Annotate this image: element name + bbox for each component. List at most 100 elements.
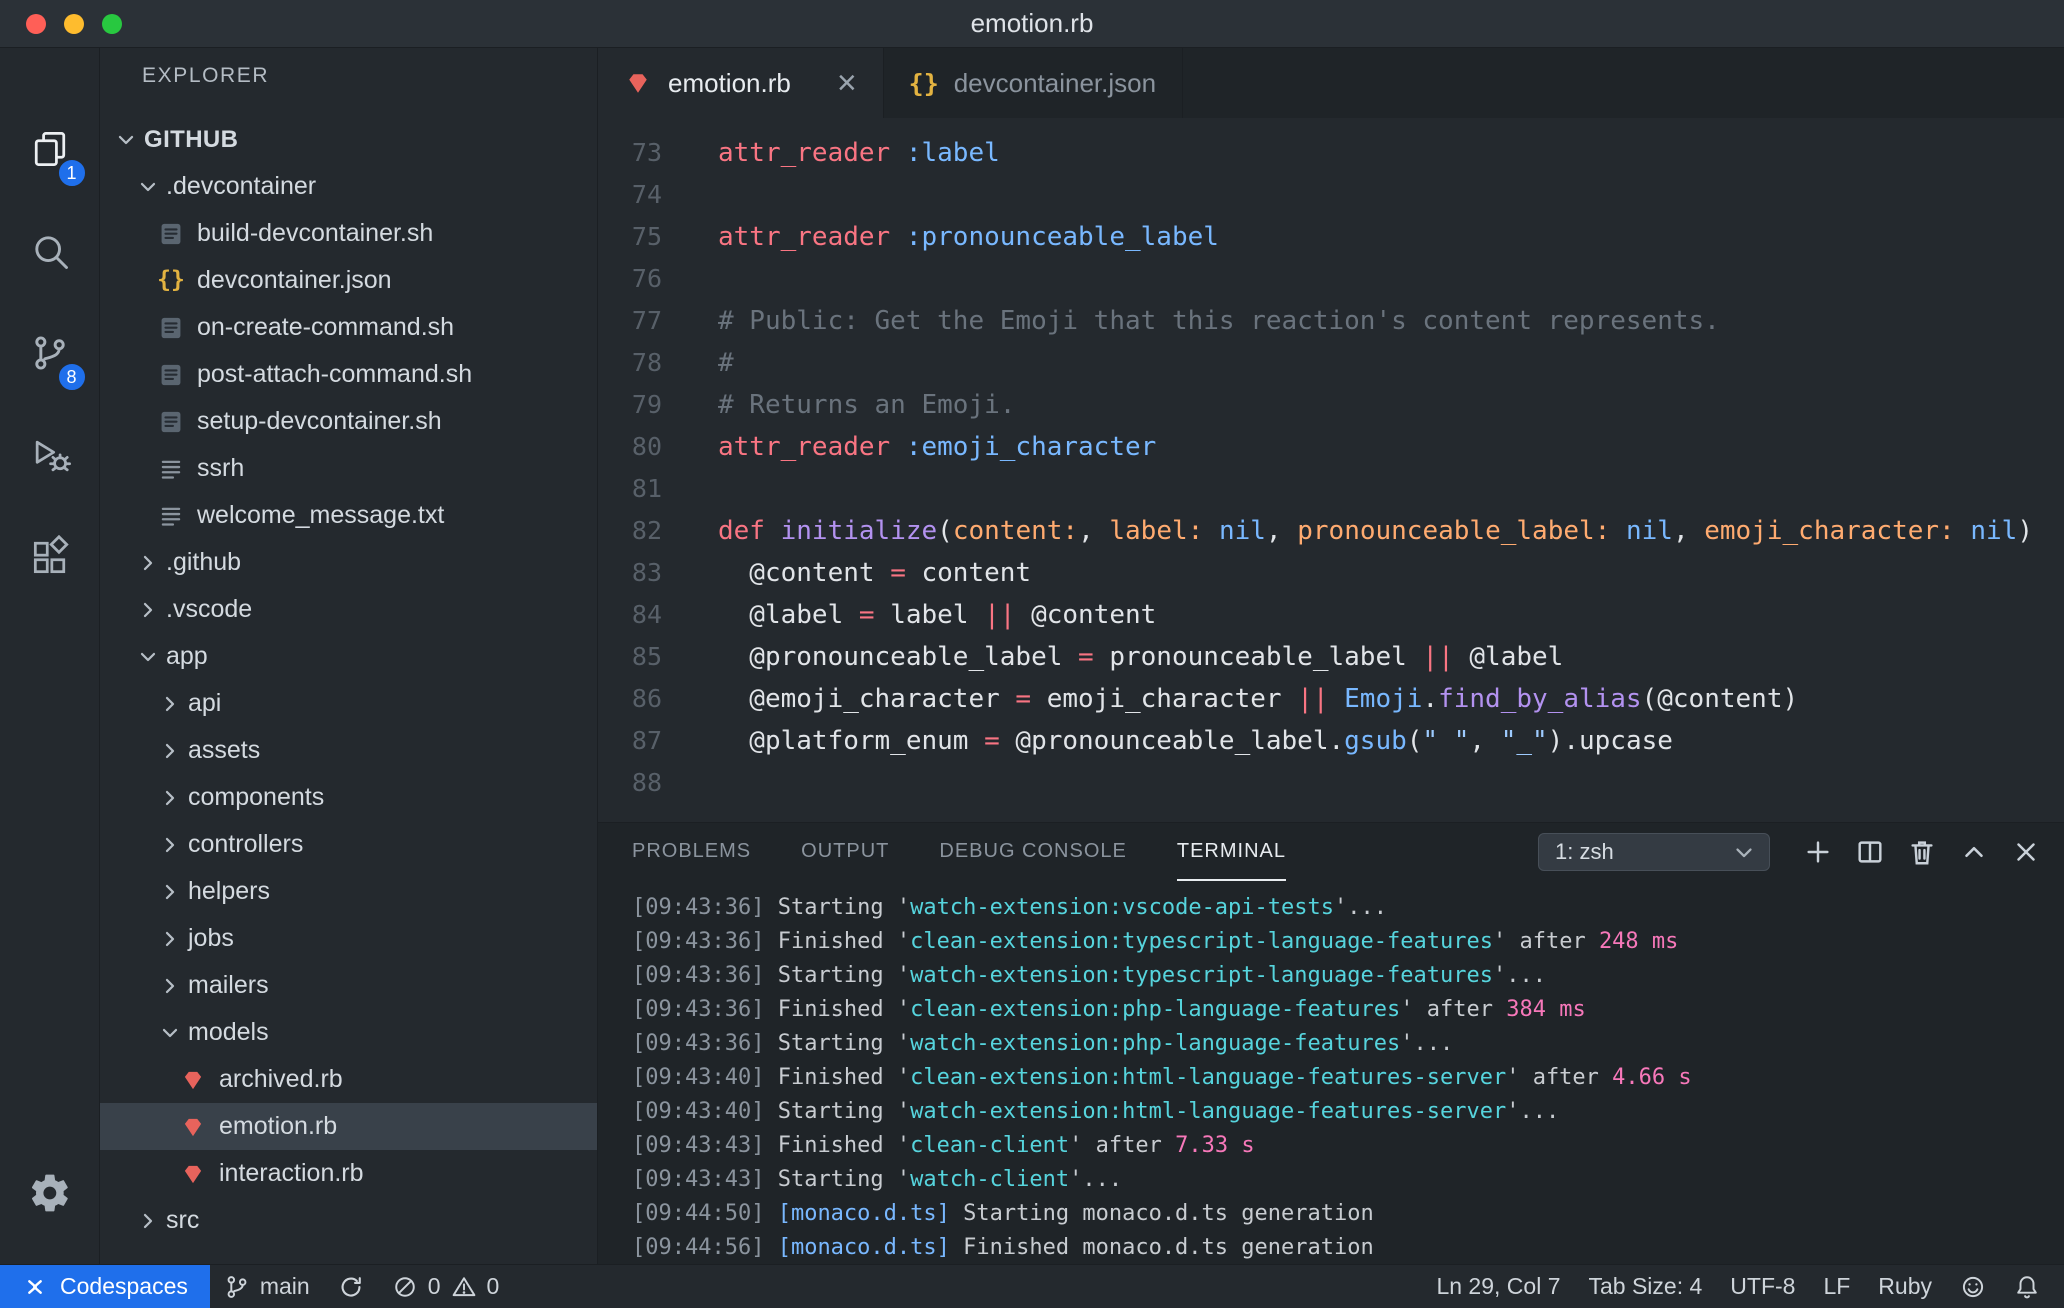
problems-status-item[interactable]: 0 0	[378, 1265, 514, 1308]
terminal-output[interactable]: [09:43:36] Starting 'watch-extension:vsc…	[598, 881, 2064, 1264]
file-archived.rb[interactable]: archived.rb	[100, 1056, 597, 1103]
folder-src[interactable]: src	[100, 1197, 597, 1244]
file-setup-devcontainer.sh[interactable]: setup-devcontainer.sh	[100, 398, 597, 445]
tree-item-label: .github	[166, 548, 242, 576]
extensions-activity-button[interactable]	[0, 506, 100, 608]
tree-item-label: mailers	[188, 971, 269, 999]
file-devcontainer.json[interactable]: {} devcontainer.json	[100, 257, 597, 304]
chevron-right-icon	[165, 884, 175, 899]
chevron-right-icon	[165, 978, 175, 993]
folder-.devcontainer[interactable]: .devcontainer	[100, 163, 597, 210]
tree-item-label: build-devcontainer.sh	[197, 219, 434, 247]
settings-button[interactable]	[0, 1142, 100, 1244]
search-activity-button[interactable]	[0, 200, 100, 302]
editor-group: emotion.rb × {} devcontainer.json 73 attr_re…	[598, 48, 2064, 1264]
branch-status-item[interactable]: main	[210, 1265, 324, 1308]
notifications-status-item[interactable]	[2000, 1265, 2054, 1308]
tree-item-label: on-create-command.sh	[197, 313, 455, 341]
code-line-text: @platform_enum = @pronounceable_label.gs…	[718, 726, 1673, 756]
shell-file-icon	[161, 223, 181, 244]
panel-tab-debug-console[interactable]: DEBUG CONSOLE	[939, 823, 1126, 881]
editor-tab-emotion.rb[interactable]: emotion.rb ×	[598, 48, 884, 118]
file-post-attach-command.sh[interactable]: post-attach-command.sh	[100, 351, 597, 398]
codespaces-remote-item[interactable]: Codespaces	[0, 1265, 210, 1308]
terminal-line: [09:43:36] Finished 'clean-extension:php…	[632, 997, 1586, 1022]
close-window-button[interactable]	[26, 13, 46, 34]
chevron-down-icon	[1736, 848, 1752, 858]
line-number: 82	[631, 516, 662, 545]
folder-controllers[interactable]: controllers	[100, 821, 597, 868]
folder-.vscode[interactable]: .vscode	[100, 586, 597, 633]
explorer-sidebar: EXPLORER GITHUB .devcontainer build-devcon…	[100, 48, 598, 1264]
split-terminal-button[interactable]	[1850, 832, 1890, 872]
code-line-text: attr_reader :pronounceable_label	[718, 222, 1219, 252]
zoom-window-button[interactable]	[102, 13, 122, 34]
kill-terminal-button[interactable]	[1902, 832, 1942, 872]
folder-.github[interactable]: .github	[100, 539, 597, 586]
tree-item-label: assets	[188, 736, 261, 764]
folder-helpers[interactable]: helpers	[100, 868, 597, 915]
folder-models[interactable]: models	[100, 1009, 597, 1056]
close-panel-button[interactable]	[2006, 832, 2046, 872]
panel-tab-terminal[interactable]: TERMINAL	[1176, 823, 1286, 881]
tab-size-item[interactable]: Tab Size: 4	[1574, 1265, 1716, 1308]
encoding-item[interactable]: UTF-8	[1716, 1265, 1809, 1308]
folder-assets[interactable]: assets	[100, 727, 597, 774]
file-emotion.rb[interactable]: emotion.rb	[100, 1103, 597, 1150]
run-debug-activity-button[interactable]	[0, 404, 100, 506]
source-control-activity-button[interactable]: 8	[0, 302, 100, 404]
maximize-panel-button[interactable]	[1954, 832, 1994, 872]
cursor-position-item[interactable]: Ln 29, Col 7	[1422, 1265, 1574, 1308]
codespaces-label: Codespaces	[60, 1273, 188, 1299]
file-on-create-command.sh[interactable]: on-create-command.sh	[100, 304, 597, 351]
file-build-devcontainer.sh[interactable]: build-devcontainer.sh	[100, 210, 597, 257]
tree-item-label: emotion.rb	[219, 1112, 338, 1140]
chevron-down-icon	[140, 652, 156, 661]
minimize-window-button[interactable]	[64, 13, 84, 34]
vscode-window: emotion.rb 1 8 EXPLORER GITHUB .devconta…	[0, 0, 2064, 1308]
file-welcome-message.txt[interactable]: welcome_message.txt	[100, 492, 597, 539]
smiley-icon	[1962, 1276, 1984, 1297]
folder-GITHUB[interactable]: GITHUB	[100, 116, 597, 163]
panel-tab-problems[interactable]: PROBLEMS	[632, 823, 751, 881]
tree-item-label: components	[188, 783, 325, 811]
terminal-shell-dropdown[interactable]: 1: zsh	[1538, 833, 1770, 871]
sync-status-item[interactable]	[324, 1265, 378, 1308]
folder-app[interactable]: app	[100, 633, 597, 680]
panel-tab-output[interactable]: OUTPUT	[801, 823, 889, 881]
tree-item-label: post-attach-command.sh	[197, 360, 473, 388]
chevron-right-icon	[165, 931, 175, 946]
new-terminal-button[interactable]	[1798, 832, 1838, 872]
json-file-icon: {}	[908, 68, 939, 98]
code-line: 82 def initialize(content:, label: nil, p…	[598, 510, 2064, 552]
tree-item-label: jobs	[188, 924, 234, 952]
code-line: 87 @platform_enum = @pronounceable_label…	[598, 720, 2064, 762]
code-line: 77 # Public: Get the Emoji that this reac…	[598, 300, 2064, 342]
editor-tab-devcontainer.json[interactable]: {} devcontainer.json	[883, 48, 1184, 118]
tree-item-label: app	[166, 642, 208, 670]
close-tab-icon[interactable]: ×	[837, 66, 857, 100]
code-line: 86 @emoji_character = emoji_character ||…	[598, 678, 2064, 720]
folder-components[interactable]: components	[100, 774, 597, 821]
folder-jobs[interactable]: jobs	[100, 915, 597, 962]
terminal-line: [09:43:40] Finished 'clean-extension:htm…	[632, 1065, 1692, 1090]
folder-api[interactable]: api	[100, 680, 597, 727]
folder-mailers[interactable]: mailers	[100, 962, 597, 1009]
code-line: 84 @label = label || @content	[598, 594, 2064, 636]
file-interaction.rb[interactable]: interaction.rb	[100, 1150, 597, 1197]
ruby-file-icon	[184, 1118, 202, 1136]
language-mode-item[interactable]: Ruby	[1864, 1265, 1946, 1308]
branch-name: main	[259, 1273, 310, 1299]
warnings-icon	[452, 1276, 475, 1296]
code-line-text: @emoji_character = emoji_character || Em…	[718, 684, 1799, 714]
tree-item-label: helpers	[188, 877, 270, 905]
terminal-line: [09:43:36] Starting 'watch-extension:php…	[632, 1031, 1454, 1056]
code-line: 79 # Returns an Emoji.	[598, 384, 2064, 426]
tree-item-label: api	[188, 689, 222, 717]
eol-item[interactable]: LF	[1809, 1265, 1864, 1308]
feedback-status-item[interactable]	[1946, 1265, 2000, 1308]
explorer-activity-button[interactable]: 1	[0, 98, 100, 200]
code-area[interactable]: 73 attr_reader :label 74 75 attr_reader :pro…	[598, 118, 2064, 822]
file-ssrh[interactable]: ssrh	[100, 445, 597, 492]
source-control-badge: 8	[56, 362, 87, 392]
